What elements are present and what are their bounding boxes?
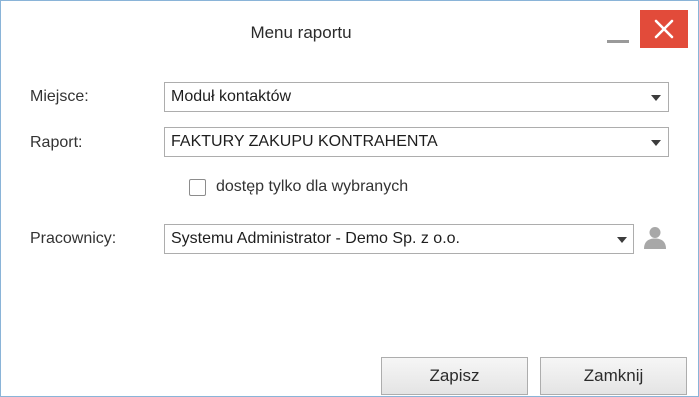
dialog-titlebar: Menu raportu — [1, 1, 698, 57]
raport-label: Raport: — [30, 134, 83, 151]
miejsce-label: Miejsce: — [30, 88, 89, 105]
minimize-button[interactable] — [601, 19, 637, 49]
raport-value: FAKTURY ZAKUPU KONTRAHENTA — [171, 133, 438, 150]
minimize-icon — [607, 40, 629, 43]
report-menu-dialog: Menu raportu Miejsce: Moduł kontaktów Ra… — [0, 0, 699, 397]
miejsce-select[interactable]: Moduł kontaktów — [164, 82, 669, 112]
pracownicy-label: Pracownicy: — [30, 230, 117, 247]
pracownicy-select[interactable]: Systemu Administrator - Demo Sp. z o.o. — [164, 224, 634, 254]
chevron-down-icon — [651, 95, 661, 101]
chevron-down-icon — [651, 140, 661, 146]
access-checkbox-label: dostęp tylko dla wybranych — [216, 178, 409, 195]
miejsce-value: Moduł kontaktów — [171, 88, 292, 105]
user-icon[interactable] — [643, 225, 667, 249]
raport-select[interactable]: FAKTURY ZAKUPU KONTRAHENTA — [164, 127, 669, 157]
pracownicy-value: Systemu Administrator - Demo Sp. z o.o. — [171, 230, 460, 247]
close-icon — [654, 19, 674, 39]
close-button[interactable]: Zamknij — [540, 357, 687, 395]
dialog-title: Menu raportu — [250, 23, 352, 42]
access-checkbox[interactable] — [189, 179, 206, 196]
save-button[interactable]: Zapisz — [381, 357, 528, 395]
chevron-down-icon — [617, 237, 627, 243]
close-window-button[interactable] — [640, 10, 688, 48]
